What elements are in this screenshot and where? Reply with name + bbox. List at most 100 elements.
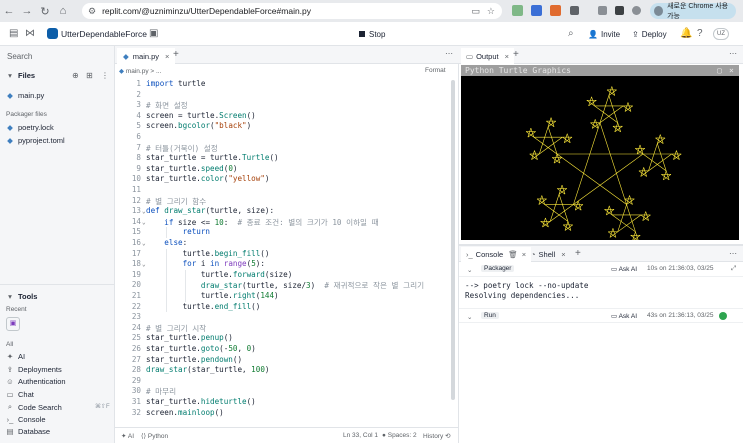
search-icon[interactable]: ⌕ — [568, 28, 574, 39]
recent-tool-packages-icon[interactable]: ▣ — [6, 317, 20, 331]
more-options-icon[interactable]: ⋯ — [445, 49, 453, 58]
line-number: 18 — [131, 259, 141, 269]
ask-ai-button[interactable]: ▭ Ask AI — [611, 265, 637, 273]
tool-console[interactable]: ›_ Console — [6, 415, 46, 424]
tool-authentication[interactable]: ☺ Authentication — [6, 377, 65, 386]
chevron-down-icon[interactable]: ⌄ — [467, 313, 472, 321]
new-tab-icon[interactable]: + — [173, 49, 179, 60]
extensions-puzzle-icon[interactable] — [570, 6, 579, 15]
expand-icon[interactable]: ⤢ — [731, 265, 736, 273]
tool-chat[interactable]: ▭ Chat — [6, 390, 33, 399]
star-stroke — [608, 95, 619, 123]
profile-icon[interactable] — [632, 6, 641, 15]
stop-button[interactable]: Stop — [352, 27, 392, 41]
side-panel-icon[interactable] — [615, 6, 624, 15]
line-number: 25 — [131, 333, 141, 343]
close-icon[interactable]: × — [165, 52, 169, 61]
editor-scrollbar[interactable] — [451, 80, 455, 400]
code-line: # 마무리 — [146, 387, 177, 397]
workspace-menu-icon[interactable]: ⋈ — [25, 28, 35, 39]
sidebar-toggle-icon[interactable]: ▤ — [9, 28, 18, 39]
invite-button[interactable]: 👤 Invite — [588, 27, 620, 41]
star-stroke — [556, 153, 627, 205]
file-item-poetry-lock[interactable]: ◆ poetry.lock — [6, 123, 54, 132]
extension-icon[interactable] — [512, 5, 523, 16]
star-stroke — [550, 204, 574, 222]
new-folder-icon[interactable]: ⊞ — [86, 71, 93, 80]
new-tab-icon[interactable]: + — [575, 248, 581, 259]
extension-brave-icon[interactable] — [550, 5, 561, 16]
code-line: star_turtle.speed(0) — [146, 163, 238, 173]
file-item-pyproject-toml[interactable]: ◆ pyproject.toml — [6, 136, 65, 145]
install-app-icon[interactable]: ▭ — [471, 6, 480, 17]
console-output-line: --> poetry lock --no-update — [465, 281, 589, 290]
chevron-down-icon[interactable]: ⌄ — [467, 266, 472, 274]
star-stroke — [533, 136, 558, 155]
files-section-header[interactable]: ▾ Files — [6, 71, 35, 80]
ask-ai-button[interactable]: ▭ Ask AI — [611, 312, 637, 320]
code-editor[interactable]: 1 import turtle 2 3 # 화면 설정 4 screen = turtle.… — [115, 78, 449, 427]
tool-ai[interactable]: ✦ AI — [6, 352, 25, 361]
tool-database[interactable]: ▤ Database — [6, 427, 50, 436]
address-bar[interactable]: ⚙ replit.com/@uzniminzu/UtterDependableF… — [82, 3, 502, 19]
clear-icon[interactable]: 🗑 — [508, 250, 518, 259]
indent-setting[interactable]: ● Spaces: 2 — [382, 432, 417, 439]
tool-code-search[interactable]: ⌕ Code Search — [6, 402, 62, 412]
turtle-graphics-window: Python Turtle Graphics ▢ × — [461, 65, 739, 240]
new-tab-icon[interactable]: + — [513, 49, 519, 60]
recent-label: Recent — [6, 306, 27, 313]
code-line: screen = turtle.Screen() — [146, 110, 256, 120]
run-status-dot — [719, 312, 727, 320]
file-item-main-py[interactable]: ◆ main.py — [6, 91, 44, 100]
extension-shield-icon[interactable] — [531, 5, 542, 16]
ai-toggle[interactable]: ✦ AI — [121, 432, 134, 440]
more-options-icon[interactable]: ⋮ — [101, 71, 109, 80]
tab-output[interactable]: ▭ Output × — [461, 48, 514, 64]
bookmark-star-icon[interactable]: ☆ — [487, 6, 495, 17]
user-avatar-button[interactable]: UZ — [713, 28, 729, 40]
repl-logo-icon — [47, 28, 58, 39]
reading-list-icon[interactable] — [598, 6, 607, 15]
home-icon[interactable]: ⌂ — [54, 5, 72, 17]
close-icon[interactable]: × — [522, 250, 526, 259]
tab-console[interactable]: ›_ Console 🗑 × — [461, 247, 532, 262]
tab-shell[interactable]: ◔ Shell × — [527, 247, 570, 262]
format-button[interactable]: Format — [425, 67, 446, 74]
history-button[interactable]: History ⟲ — [423, 432, 451, 440]
new-file-icon[interactable]: ⊕ — [72, 71, 79, 80]
terminal-icon: ›_ — [6, 415, 14, 424]
chrome-update-button[interactable]: 새로운 Chrome 사용 가능 — [650, 3, 736, 20]
close-icon[interactable]: × — [505, 52, 509, 61]
reload-icon[interactable]: ↻ — [36, 5, 54, 18]
line-number: 23 — [131, 312, 141, 322]
more-options-icon[interactable]: ⋯ — [729, 249, 737, 258]
tab-main-py[interactable]: ◆ main.py × — [117, 48, 176, 64]
deploy-button[interactable]: ⇪ Deploy — [632, 27, 667, 41]
forward-icon[interactable]: → — [18, 5, 36, 17]
site-info-icon[interactable]: ⚙ — [88, 6, 96, 17]
maximize-icon[interactable]: ▢ — [717, 65, 722, 76]
more-options-icon[interactable]: ⋯ — [729, 49, 737, 58]
cursor-position[interactable]: Ln 33, Col 1 — [343, 432, 378, 439]
help-icon[interactable]: ? — [697, 28, 703, 39]
star-stroke — [573, 153, 644, 205]
notifications-bell-icon[interactable]: 🔔 — [680, 28, 692, 39]
code-line: star_turtle.hideturtle() — [146, 397, 256, 406]
search-input[interactable]: Search — [4, 50, 110, 64]
line-number: 16 — [131, 238, 141, 247]
output-tab-bar: ▭ Output × + ⋯ — [459, 46, 743, 64]
tools-section-header[interactable]: ▾ Tools — [6, 292, 37, 301]
close-icon[interactable]: × — [561, 250, 565, 259]
tool-deployments[interactable]: ⇪ Deployments — [6, 365, 62, 374]
back-icon[interactable]: ← — [0, 5, 18, 17]
language-indicator[interactable]: ⟨⟩ Python — [141, 432, 168, 440]
packager-log-row[interactable]: ⌄ Packager ▭ Ask AI 10s on 21:36:03, 03/… — [459, 262, 743, 277]
layout-icon[interactable]: ▣ — [149, 28, 158, 39]
close-icon[interactable]: × — [729, 65, 734, 76]
packager-timestamp: 10s on 21:36:03, 03/25 — [647, 265, 714, 272]
chevron-down-icon: ▾ — [8, 292, 12, 301]
run-log-row[interactable]: ⌄ Run ▭ Ask AI 43s on 21:36:13, 03/25 — [459, 308, 743, 323]
file-icon: ◆ — [7, 136, 13, 145]
python-file-icon: ◆ — [7, 91, 13, 100]
repl-name[interactable]: UtterDependableForce — [47, 28, 147, 39]
